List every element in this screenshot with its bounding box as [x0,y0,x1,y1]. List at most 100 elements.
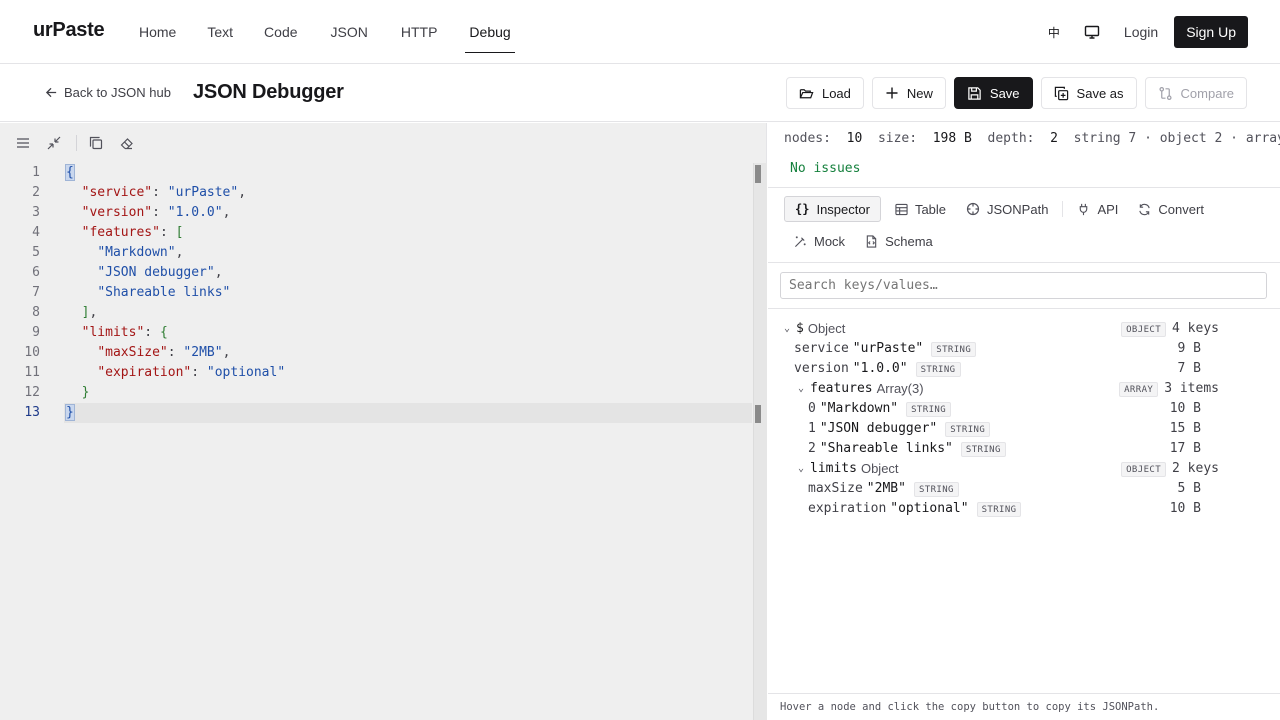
tree-node[interactable]: maxSize "2MB" STRING 5 B [768,479,1280,499]
tab-mock[interactable]: Mock [784,228,855,254]
tab-jsonpath[interactable]: JSONPath [956,196,1058,222]
brand-logo[interactable]: urPaste [33,19,105,42]
tab-label: JSONPath [987,201,1049,217]
nodes-label: nodes: [784,131,831,146]
divider [768,187,1280,188]
new-button[interactable]: New [871,77,946,109]
tab-inspector[interactable]: {} Inspector [784,196,881,222]
node-size: 17 B [1169,441,1201,456]
load-label: Load [821,85,851,101]
json-string: "urPaste" [167,185,239,200]
tree-node[interactable]: 0 "Markdown" STRING 10 B [768,399,1280,419]
file-code-icon [866,234,877,248]
tab-api[interactable]: API [1067,196,1128,222]
node-size: 10 B [1169,501,1201,516]
node-count: 2 keys [1172,461,1219,476]
new-label: New [906,85,933,101]
root-symbol: $ [796,321,804,336]
node-value: "JSON debugger" [819,421,938,436]
code-line: "features": [ [81,225,184,240]
tree-node[interactable]: version "1.0.0" STRING 7 B [768,359,1280,379]
save-button[interactable]: Save [953,77,1033,109]
folder-open-icon [799,88,814,98]
wand-icon [794,235,806,247]
nav-link-code[interactable]: Code [264,0,297,64]
line-number: 4 [32,225,40,240]
json-key: "limits" [81,325,145,340]
nav-right: 中 Login Sign Up [1040,16,1248,48]
line-number: 3 [32,205,40,220]
node-key: service [794,341,849,356]
tree-node[interactable]: 1 "JSON debugger" STRING 15 B [768,419,1280,439]
tool-tabs: {} Inspector Table JSONPath API Convert [784,196,1264,260]
node-type: Object [860,461,899,476]
save-icon [968,86,981,100]
editor-scrollbar[interactable] [753,163,767,720]
line-number: 12 [24,385,40,400]
tree-node[interactable]: ⌄ features Array(3) ARRAY 3 items [768,379,1280,399]
tree-node[interactable]: service "urPaste" STRING 9 B [768,339,1280,359]
nav-link-http[interactable]: HTTP [401,0,438,64]
tab-label: Mock [814,233,846,249]
compare-icon [1158,86,1172,100]
json-editor[interactable]: 1 2 3 4 5 6 7 8 9 10 11 12 13 { "service… [0,123,767,720]
scrollbar-thumb[interactable] [755,165,761,183]
tab-convert[interactable]: Convert [1128,196,1214,222]
tree-node[interactable]: 2 "Shareable links" STRING 17 B [768,439,1280,459]
node-size: 10 B [1169,401,1201,416]
node-value: "2MB" [866,481,906,496]
code-line: "limits": { [81,325,168,340]
tab-label: Convert [1158,201,1204,217]
tab-label: Inspector [816,201,870,217]
nav-link-text[interactable]: Text [207,0,233,64]
nav-link-json[interactable]: JSON [331,0,368,64]
chevron-down-icon[interactable]: ⌄ [782,319,792,339]
compare-label: Compare [1180,85,1234,101]
format-button[interactable] [14,134,32,152]
chevron-down-icon[interactable]: ⌄ [796,459,806,479]
type-badge: STRING [913,481,959,497]
eraser-icon [120,138,133,150]
code-area[interactable]: { "service": "urPaste", "version": "1.0.… [64,163,752,423]
inspector-panel: nodes: 10 size: 198 B depth: 2 string 7 … [768,123,1280,720]
table-icon [895,203,908,215]
stats-bar: nodes: 10 size: 198 B depth: 2 string 7 … [784,131,1280,146]
clear-button[interactable] [118,134,136,152]
type-badge: ARRAY [1119,381,1159,397]
line-number: 5 [32,245,40,260]
code-line: "Shareable links" [66,283,752,303]
json-key: "expiration" [97,365,192,380]
copy-plus-icon [1054,86,1068,100]
signup-button[interactable]: Sign Up [1174,16,1248,48]
minify-button[interactable] [45,134,63,152]
tree-node[interactable]: ⌄ limits Object OBJECT 2 keys [768,459,1280,479]
type-badge: STRING [960,441,1006,457]
back-link-label: Back to JSON hub [64,85,171,100]
line-gutter: 1 2 3 4 5 6 7 8 9 10 11 12 13 [0,163,48,423]
tab-table[interactable]: Table [885,196,956,222]
divider [768,262,1280,263]
depth-value: 2 [1050,131,1058,146]
compare-button[interactable]: Compare [1144,77,1247,109]
code-line: { [65,163,752,183]
save-as-button[interactable]: Save as [1040,77,1137,109]
nav-link-debug[interactable]: Debug [465,0,515,64]
theme-toggle[interactable] [1078,18,1106,46]
nav-link-home[interactable]: Home [139,0,176,64]
copy-button[interactable] [87,134,105,152]
node-key: 0 [808,401,816,416]
tab-schema[interactable]: Schema [855,228,943,254]
language-toggle[interactable]: 中 [1040,24,1068,41]
node-size: 5 B [1177,481,1201,496]
tree-node-root[interactable]: ⌄ $ Object OBJECT 4 keys [768,319,1280,339]
save-label: Save [989,85,1020,101]
search-input[interactable] [780,272,1267,299]
node-key: version [794,361,849,376]
node-size: 7 B [1177,361,1201,376]
chevron-down-icon[interactable]: ⌄ [796,379,806,399]
tree-node[interactable]: expiration "optional" STRING 10 B [768,499,1280,519]
load-button[interactable]: Load [785,77,864,109]
node-key: 2 [808,441,816,456]
back-link[interactable]: Back to JSON hub [45,85,171,100]
login-link[interactable]: Login [1124,24,1158,40]
